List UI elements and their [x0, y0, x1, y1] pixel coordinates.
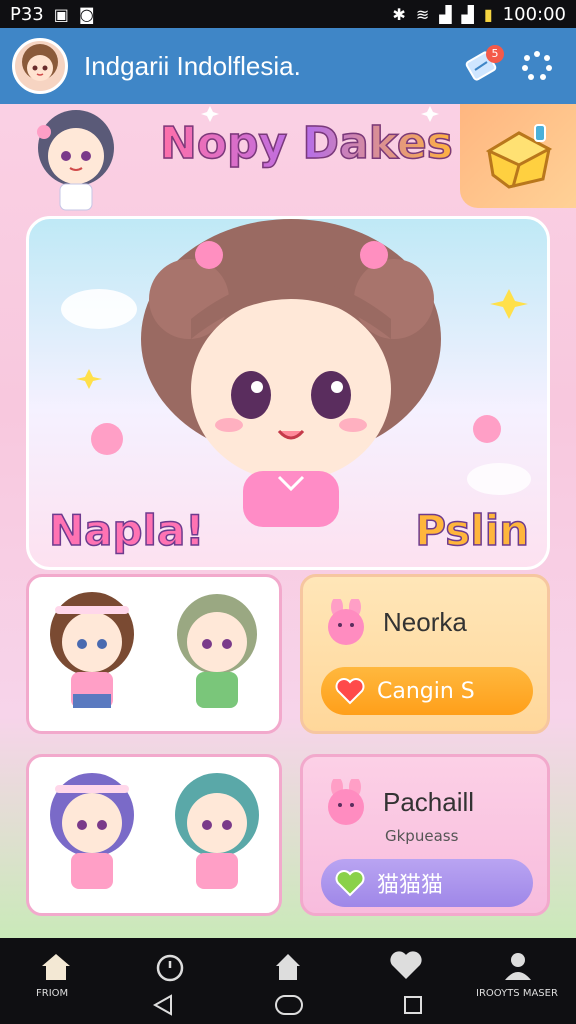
hero-left-word: Napla!: [48, 505, 205, 556]
hero-banner[interactable]: Napla! Pslin: [26, 216, 550, 570]
mascot-small-icon: [37, 110, 114, 211]
nav-item-timer[interactable]: [140, 946, 200, 986]
purple-action-button[interactable]: 猫猫猫: [321, 859, 533, 907]
bunny-icon: [328, 779, 364, 825]
cangin-button[interactable]: Cangin S: [321, 667, 533, 715]
purple-button-label: 猫猫猫: [377, 873, 444, 898]
nav-item-house[interactable]: [258, 946, 318, 986]
character-purple-hair-icon: [49, 773, 134, 889]
recents-icon: [404, 996, 422, 1014]
house-icon: [276, 954, 300, 980]
hero-right-word: Pslin: [415, 505, 530, 556]
pachaill-card[interactable]: Pachaill Gkpueass 猫猫猫: [300, 754, 550, 916]
card-title-row: Neorka: [321, 599, 467, 645]
gift-box-icon: [485, 124, 553, 189]
timer-icon: [156, 954, 184, 982]
back-button[interactable]: [148, 990, 178, 1020]
app-bar: Indgarii Indolflesia. 5: [0, 28, 576, 104]
ticket-button[interactable]: 5: [456, 39, 510, 93]
status-bar: P33 ▣ ◙ ✱ ≋ ▟ ▟ ▮ 100:00: [0, 0, 576, 28]
pachaill-subtitle: Gkpueass: [385, 827, 459, 845]
nav-label-home: FRIOM: [36, 988, 69, 999]
neorka-title: Neorka: [383, 606, 467, 637]
app-title: Indgarii Indolflesia.: [84, 50, 301, 81]
card-title-row: Pachaill: [321, 779, 474, 825]
nav-label-profile: IROOYTS MASER: [476, 988, 558, 999]
status-right: ✱ ≋ ▟ ▟ ▮ 100:00: [392, 4, 566, 25]
bottom-nav: FRIOM IROOYTS MASER: [0, 938, 576, 1024]
gift-button[interactable]: [460, 104, 576, 208]
heart-icon: [390, 951, 422, 979]
logo-text: Nopy Dakes: [159, 117, 453, 170]
person-icon: [505, 953, 531, 980]
bunny-icon: [328, 599, 364, 645]
loading-button[interactable]: [510, 39, 564, 93]
back-icon: [152, 994, 172, 1016]
character-brown-hair-icon: [49, 592, 134, 708]
pachaill-title: Pachaill: [383, 786, 475, 817]
nav-item-profile[interactable]: [488, 946, 548, 986]
heart-icon: [335, 870, 365, 897]
signal-icon: ▟: [439, 4, 452, 24]
nav-item-favorites[interactable]: [376, 946, 436, 986]
character-card[interactable]: [26, 754, 282, 916]
gmail-icon: ▣: [53, 4, 69, 24]
hero-caption: Napla! Pslin: [48, 505, 530, 556]
home-icon: [42, 954, 70, 980]
notification-badge: 5: [486, 45, 504, 63]
character-teal-hair-icon: [174, 773, 259, 889]
cangin-button-label: Cangin S: [377, 678, 475, 704]
chat-icon: ◙: [78, 4, 95, 24]
wifi-icon: ≋: [415, 4, 430, 24]
signal-icon: ▟: [461, 4, 474, 24]
bluetooth-icon: ✱: [392, 4, 406, 24]
avatar-face-icon: [22, 44, 58, 81]
status-left: P33 ▣ ◙: [10, 4, 94, 25]
character-green-hair-icon: [176, 594, 257, 708]
nav-item-home[interactable]: [26, 946, 86, 986]
avatar[interactable]: [12, 38, 68, 94]
status-left-text: P33: [10, 3, 44, 25]
status-time: 100:00: [502, 3, 566, 25]
home-circle-icon: [275, 995, 303, 1015]
battery-icon: ▮: [483, 4, 493, 24]
home-button[interactable]: [274, 990, 304, 1020]
recents-button[interactable]: [398, 990, 428, 1020]
loading-icon: [522, 51, 552, 80]
neorka-card[interactable]: Neorka Cangin S: [300, 574, 550, 734]
character-card[interactable]: [26, 574, 282, 734]
heart-icon: [335, 678, 365, 705]
